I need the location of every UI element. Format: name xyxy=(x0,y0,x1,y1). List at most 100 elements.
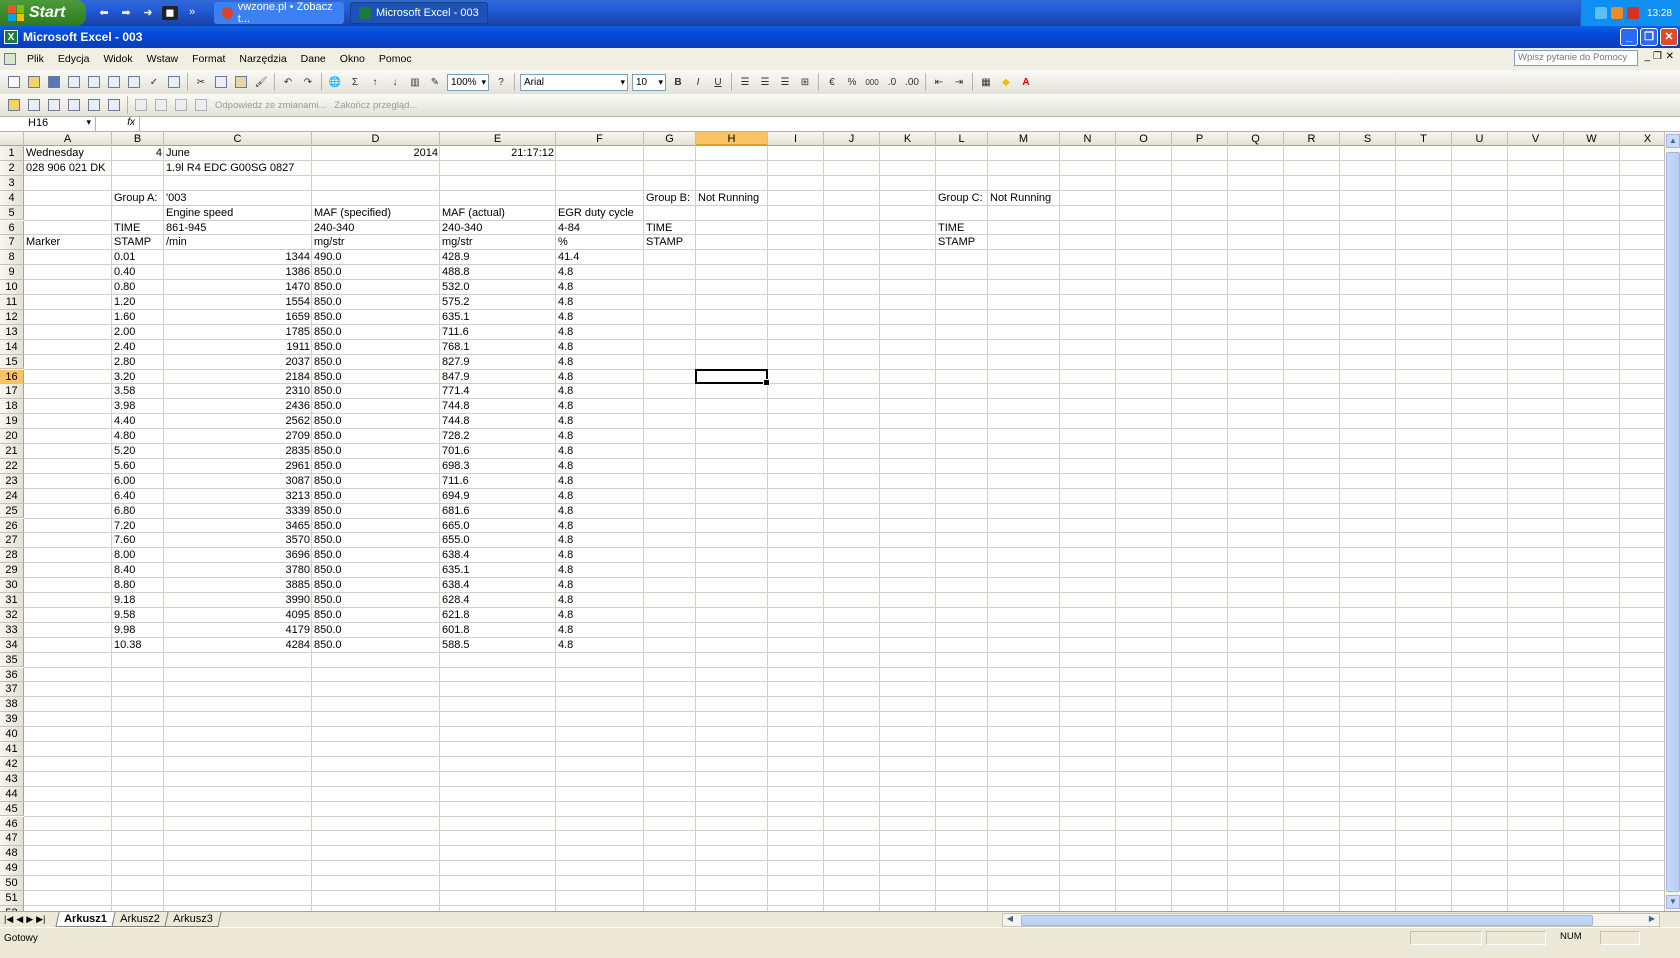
minimize-button[interactable]: _ xyxy=(1620,28,1638,46)
cell-b26[interactable]: 7.20 xyxy=(112,519,137,533)
cell-b8[interactable]: 0.01 xyxy=(112,250,137,264)
cell-f5[interactable]: EGR duty cycle xyxy=(556,206,636,220)
review-icon-5[interactable] xyxy=(105,96,123,114)
cell-f34[interactable]: 4.8 xyxy=(556,638,575,652)
row-header-4[interactable]: 4 xyxy=(0,190,24,206)
column-header-c[interactable]: C xyxy=(164,132,312,146)
cell-f23[interactable]: 4.8 xyxy=(556,474,575,488)
worksheet-grid[interactable]: ABCDEFGHIJKLMNOPQRSTUVWX 1 2 3 4 5 6 7 8 9 10 11 12… xyxy=(0,132,1664,911)
cell-c32[interactable]: 4095 xyxy=(164,608,312,622)
row-header-37[interactable]: 37 xyxy=(0,682,24,698)
borders-icon[interactable]: ▦ xyxy=(977,73,995,91)
row-header-35[interactable]: 35 xyxy=(0,652,24,668)
menu-widok[interactable]: Widok xyxy=(96,53,139,65)
cell-d21[interactable]: 850.0 xyxy=(312,444,344,458)
cell-b22[interactable]: 5.60 xyxy=(112,459,137,473)
cell-d33[interactable]: 850.0 xyxy=(312,623,344,637)
doc-close-button[interactable]: ✕ xyxy=(1666,51,1674,62)
cell-h4[interactable]: Not Running xyxy=(696,191,761,205)
undo-icon[interactable]: ↶ xyxy=(279,73,297,91)
row-header-41[interactable]: 41 xyxy=(0,742,24,757)
cell-f18[interactable]: 4.8 xyxy=(556,399,575,413)
column-header-e[interactable]: E xyxy=(440,132,556,146)
row-header-5[interactable]: 5 xyxy=(0,205,24,221)
cell-d32[interactable]: 850.0 xyxy=(312,608,344,622)
cell-c7[interactable]: /min xyxy=(164,235,189,249)
cell-c1[interactable]: June xyxy=(164,146,192,160)
cell-c18[interactable]: 2436 xyxy=(164,399,312,413)
cell-b30[interactable]: 8.80 xyxy=(112,578,137,592)
cell-f33[interactable]: 4.8 xyxy=(556,623,575,637)
doc-minimize-button[interactable]: _ xyxy=(1644,51,1650,62)
review-icon-6[interactable] xyxy=(132,96,150,114)
row-header-28[interactable]: 28 xyxy=(0,548,24,564)
underline-button[interactable]: U xyxy=(709,73,727,91)
row-header-15[interactable]: 15 xyxy=(0,354,24,370)
cell-e6[interactable]: 240-340 xyxy=(440,221,484,235)
arrow-icon[interactable]: ➜ xyxy=(140,6,156,20)
column-header-g[interactable]: G xyxy=(644,132,696,146)
cell-d10[interactable]: 850.0 xyxy=(312,280,344,294)
folder-icon[interactable] xyxy=(5,96,23,114)
cell-c27[interactable]: 3570 xyxy=(164,533,312,547)
column-header-a[interactable]: A xyxy=(24,132,112,146)
taskbar-task-excel[interactable]: Microsoft Excel - 003 xyxy=(350,2,488,24)
column-header-i[interactable]: I xyxy=(768,132,824,146)
cell-b1[interactable]: 4 xyxy=(112,146,164,160)
cell-c19[interactable]: 2562 xyxy=(164,414,312,428)
decrease-indent-icon[interactable]: ⇤ xyxy=(930,73,948,91)
cell-f27[interactable]: 4.8 xyxy=(556,533,575,547)
increase-decimal-icon[interactable]: .0 xyxy=(883,73,901,91)
cell-d18[interactable]: 850.0 xyxy=(312,399,344,413)
cell-e5[interactable]: MAF (actual) xyxy=(440,206,507,220)
row-header-44[interactable]: 44 xyxy=(0,786,24,802)
research-icon[interactable] xyxy=(165,73,183,91)
row-header-3[interactable]: 3 xyxy=(0,175,24,191)
cell-b31[interactable]: 9.18 xyxy=(112,593,137,607)
cell-b32[interactable]: 9.58 xyxy=(112,608,137,622)
horizontal-scrollbar[interactable]: ◀ ▶ xyxy=(1002,913,1660,927)
row-header-47[interactable]: 47 xyxy=(0,831,24,847)
cell-c14[interactable]: 1911 xyxy=(164,340,312,354)
column-header-v[interactable]: V xyxy=(1508,132,1564,146)
cell-b13[interactable]: 2.00 xyxy=(112,325,137,339)
paste-icon[interactable] xyxy=(232,73,250,91)
row-header-9[interactable]: 9 xyxy=(0,265,24,281)
network-icon[interactable] xyxy=(1594,7,1607,19)
menu-okno[interactable]: Okno xyxy=(333,53,372,65)
cell-b29[interactable]: 8.40 xyxy=(112,563,137,577)
decrease-decimal-icon[interactable]: .00 xyxy=(903,73,921,91)
cell-e24[interactable]: 694.9 xyxy=(440,489,472,503)
active-cell-selection[interactable] xyxy=(695,368,770,387)
hyperlink-icon[interactable]: 🌐 xyxy=(326,73,344,91)
cell-c13[interactable]: 1785 xyxy=(164,325,312,339)
zoom-select[interactable]: 100% xyxy=(447,73,489,91)
more-chevron-icon[interactable]: » xyxy=(184,6,200,20)
row-header-45[interactable]: 45 xyxy=(0,801,24,817)
column-header-o[interactable]: O xyxy=(1116,132,1172,146)
cell-e32[interactable]: 621.8 xyxy=(440,608,472,622)
cell-d24[interactable]: 850.0 xyxy=(312,489,344,503)
column-header-b[interactable]: B xyxy=(112,132,164,146)
row-header-14[interactable]: 14 xyxy=(0,339,24,355)
cell-e10[interactable]: 532.0 xyxy=(440,280,472,294)
help-icon[interactable]: ? xyxy=(492,73,510,91)
row-header-23[interactable]: 23 xyxy=(0,473,24,489)
cell-d27[interactable]: 850.0 xyxy=(312,533,344,547)
menu-dane[interactable]: Dane xyxy=(294,53,333,65)
cell-d7[interactable]: mg/str xyxy=(312,235,347,249)
cell-e12[interactable]: 635.1 xyxy=(440,310,472,324)
close-button[interactable]: ✕ xyxy=(1660,28,1678,46)
cell-d22[interactable]: 850.0 xyxy=(312,459,344,473)
cell-d8[interactable]: 490.0 xyxy=(312,250,344,264)
row-header-8[interactable]: 8 xyxy=(0,250,24,266)
save-icon[interactable] xyxy=(45,73,63,91)
cell-b16[interactable]: 3.20 xyxy=(112,370,137,384)
cell-e29[interactable]: 635.1 xyxy=(440,563,472,577)
cell-c33[interactable]: 4179 xyxy=(164,623,312,637)
row-header-50[interactable]: 50 xyxy=(0,876,24,891)
cell-b6[interactable]: TIME xyxy=(112,221,142,235)
row-header-2[interactable]: 2 xyxy=(0,160,24,176)
cell-e9[interactable]: 488.8 xyxy=(440,265,472,279)
format-painter-icon[interactable]: 🖌 xyxy=(252,73,270,91)
